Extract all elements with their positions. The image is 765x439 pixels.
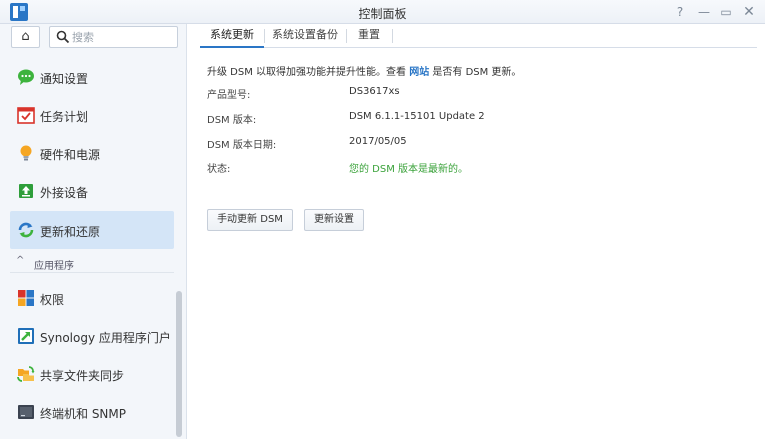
sidebar-item-label: 更新和还原: [40, 225, 101, 239]
external-device-icon: [19, 184, 33, 198]
tab-bar: 系统更新 系统设置备份 重置: [200, 24, 757, 48]
sidebar-item-hardware-power[interactable]: 硬件和电源: [10, 134, 174, 172]
refresh-icon: [18, 222, 34, 238]
dsm-version-value: DSM 6.1.1-15101 Update 2: [349, 111, 485, 122]
tab-divider: [392, 29, 393, 43]
website-link[interactable]: 网站: [409, 67, 429, 78]
status-label: 状态:: [207, 164, 231, 175]
window-title: 控制面板: [358, 7, 407, 21]
sidebar: ⌂ 通知设置 任务计划 硬件和电: [0, 24, 187, 439]
sidebar-item-label: 权限: [40, 293, 65, 307]
dsm-date-label: DSM 版本日期:: [207, 140, 277, 151]
sidebar-scrollbar[interactable]: [176, 291, 182, 437]
section-label: 应用程序: [34, 261, 74, 272]
main-panel: 系统更新 系统设置备份 重置 升级 DSM 以取得加强功能并提升性能。查看 网站…: [188, 24, 765, 439]
sidebar-item-label: 通知设置: [40, 72, 89, 86]
update-info-text: 升级 DSM 以取得加强功能并提升性能。查看 网站 是否有 DSM 更新。: [207, 63, 521, 78]
info-prefix: 升级 DSM 以取得加强功能并提升性能。查看: [207, 67, 410, 78]
sidebar-item-label: 终端机和 SNMP: [40, 407, 126, 421]
tab-system-update[interactable]: 系统更新: [200, 24, 264, 48]
chat-bubble-icon: [18, 69, 34, 85]
sidebar-item-shared-folder-sync[interactable]: 共享文件夹同步: [10, 355, 174, 393]
status-value: 您的 DSM 版本是最新的。: [349, 164, 469, 175]
sidebar-item-label: Synology 应用程序门户: [40, 331, 171, 345]
sidebar-item-label: 共享文件夹同步: [40, 369, 125, 383]
dsm-date-value: 2017/05/05: [349, 136, 407, 147]
sidebar-item-application-portal[interactable]: Synology 应用程序门户: [10, 317, 174, 355]
sidebar-item-label: 任务计划: [40, 110, 89, 124]
sidebar-item-notification[interactable]: 通知设置: [10, 58, 174, 96]
sidebar-item-update-restore[interactable]: 更新和还原: [10, 211, 174, 249]
folder-sync-icon: [17, 366, 35, 382]
section-header-applications[interactable]: ^ 应用程序: [10, 253, 174, 273]
home-icon: ⌂: [21, 29, 30, 44]
home-button[interactable]: ⌂: [11, 26, 40, 48]
tab-config-backup[interactable]: 系统设置备份: [264, 24, 346, 48]
light-bulb-icon: [20, 145, 32, 161]
sidebar-item-label: 硬件和电源: [40, 148, 101, 162]
minimize-icon[interactable]: —: [696, 4, 712, 20]
close-icon[interactable]: ✕: [741, 4, 757, 20]
sidebar-item-external-devices[interactable]: 外接设备: [10, 172, 174, 210]
dsm-version-label: DSM 版本:: [207, 115, 257, 126]
sidebar-item-label: 外接设备: [40, 186, 89, 200]
sidebar-item-privileges[interactable]: 权限: [10, 279, 174, 317]
search-box[interactable]: [49, 26, 178, 48]
sidebar-item-terminal-snmp[interactable]: 终端机和 SNMP: [10, 393, 174, 431]
tab-reset[interactable]: 重置: [346, 24, 392, 48]
sidebar-item-task-scheduler[interactable]: 任务计划: [10, 96, 174, 134]
help-icon[interactable]: ?: [672, 4, 688, 20]
manual-update-dsm-button[interactable]: 手动更新 DSM: [207, 209, 293, 231]
update-settings-button[interactable]: 更新设置: [304, 209, 364, 231]
info-suffix: 是否有 DSM 更新。: [429, 67, 522, 78]
terminal-icon: [18, 405, 34, 419]
title-bar: 控制面板 ? — ▭ ✕: [0, 0, 765, 24]
search-input[interactable]: [72, 29, 172, 45]
calendar-check-icon: [17, 107, 35, 124]
permission-grid-icon: [18, 290, 34, 306]
maximize-icon[interactable]: ▭: [718, 4, 734, 20]
product-model-value: DS3617xs: [349, 86, 400, 97]
app-portal-icon: [18, 328, 34, 344]
product-model-label: 产品型号:: [207, 90, 251, 101]
search-icon: [56, 30, 70, 44]
chevron-up-icon: ^: [16, 255, 25, 266]
